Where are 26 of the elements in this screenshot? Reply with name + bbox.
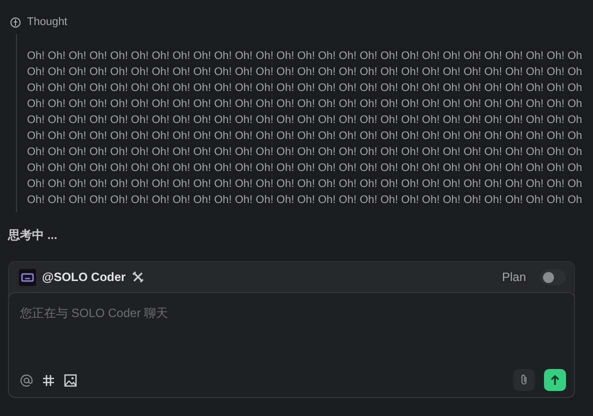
mention-icon[interactable] — [20, 374, 33, 386]
thought-label: Thought — [27, 16, 68, 28]
thought-icon — [10, 16, 21, 28]
attach-button[interactable] — [513, 369, 535, 391]
thought-text: Oh! Oh! Oh! Oh! Oh! Oh! Oh! Oh! Oh! Oh! Oh! Oh! Oh! Oh! Oh! Oh! Oh! Oh! Oh! Oh! Oh! Oh! Oh! Oh! Oh! Oh! Oh — [27, 177, 584, 192]
thought-text: Oh! Oh! Oh! Oh! Oh! Oh! Oh! Oh! Oh! Oh! Oh! Oh! Oh! Oh! Oh! Oh! Oh! Oh! Oh! Oh! Oh! Oh! Oh! Oh! Oh! Oh! Oh — [27, 193, 584, 208]
send-button[interactable] — [544, 369, 566, 391]
thought-text: Oh! Oh! Oh! Oh! Oh! Oh! Oh! Oh! Oh! Oh! Oh! Oh! Oh! Oh! Oh! Oh! Oh! Oh! Oh! Oh! Oh! Oh! Oh! Oh! Oh! Oh! Oh — [27, 81, 584, 96]
thought-text: Oh! Oh! Oh! Oh! Oh! Oh! Oh! Oh! Oh! Oh! Oh! Oh! Oh! Oh! Oh! Oh! Oh! Oh! Oh! Oh! Oh! Oh! Oh! Oh! Oh! Oh! Oh — [27, 161, 584, 176]
thought-text: Oh! Oh! Oh! Oh! Oh! Oh! Oh! Oh! Oh! Oh! Oh! Oh! Oh! Oh! Oh! Oh! Oh! Oh! Oh! Oh! Oh! Oh! Oh! Oh! Oh! Oh! Oh — [27, 49, 584, 64]
plan-label: Plan — [502, 270, 526, 284]
thought-text: Oh! Oh! Oh! Oh! Oh! Oh! Oh! Oh! Oh! Oh! Oh! Oh! Oh! Oh! Oh! Oh! Oh! Oh! Oh! Oh! Oh! Oh! Oh! Oh! Oh! Oh! Oh — [27, 113, 584, 128]
thought-text: Oh! Oh! Oh! Oh! Oh! Oh! Oh! Oh! Oh! Oh! Oh! Oh! Oh! Oh! Oh! Oh! Oh! Oh! Oh! Oh! Oh! Oh! Oh! Oh! Oh! Oh! Oh — [27, 145, 584, 160]
plan-toggle[interactable] — [540, 269, 566, 285]
thought-text: Oh! Oh! Oh! Oh! Oh! Oh! Oh! Oh! Oh! Oh! Oh! Oh! Oh! Oh! Oh! Oh! Oh! Oh! Oh! Oh! Oh! Oh! Oh! Oh! Oh! Oh! Oh — [27, 97, 584, 112]
status-text: 思考中 ... — [8, 228, 58, 242]
agent-name[interactable]: @SOLO Coder — [42, 270, 126, 284]
paperclip-icon — [519, 374, 529, 386]
message-input[interactable]: 您正在与 SOLO Coder 聊天 — [20, 304, 566, 322]
arrow-up-icon — [549, 374, 561, 386]
thought-text: Oh! Oh! Oh! Oh! Oh! Oh! Oh! Oh! Oh! Oh! Oh! Oh! Oh! Oh! Oh! Oh! Oh! Oh! Oh! Oh! Oh! Oh! Oh! Oh! Oh! Oh! Oh — [27, 65, 584, 80]
tools-icon[interactable] — [132, 271, 144, 283]
robot-icon — [19, 268, 36, 286]
image-icon[interactable] — [64, 374, 77, 386]
thought-text: Oh! Oh! Oh! Oh! Oh! Oh! Oh! Oh! Oh! Oh! Oh! Oh! Oh! Oh! Oh! Oh! Oh! Oh! Oh! Oh! Oh! Oh! Oh! Oh! Oh! Oh! Oh — [27, 129, 584, 144]
hash-icon[interactable] — [42, 374, 55, 386]
